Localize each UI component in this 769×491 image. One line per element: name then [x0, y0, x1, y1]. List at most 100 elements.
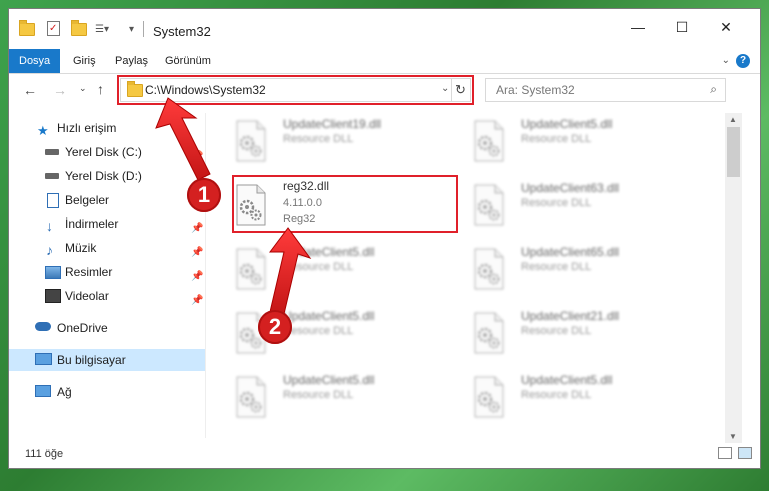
- file-name: UpdateClient65.dll: [521, 245, 620, 259]
- ribbon-tabs: Dosya Giriş Paylaş Görünüm ? ⌄: [9, 49, 760, 74]
- tab-file[interactable]: Dosya: [9, 49, 61, 73]
- drive-icon: [45, 173, 59, 179]
- back-button[interactable]: ←: [23, 82, 37, 98]
- nav-item-music[interactable]: ♪ Müzik 📌: [9, 237, 205, 259]
- nav-item-videos[interactable]: Videolar 📌: [9, 285, 205, 307]
- new-folder-icon[interactable]: [71, 19, 87, 38]
- file-type: Resource DLL: [521, 197, 592, 209]
- video-icon: [45, 289, 61, 303]
- file-item[interactable]: UpdateClient5.dll Resource DLL: [471, 369, 701, 427]
- step-badge-1: 1: [187, 178, 221, 212]
- computer-icon: [35, 353, 52, 365]
- dll-file-icon: [471, 375, 511, 419]
- dll-file-icon: [471, 311, 511, 355]
- nav-item-label: Hızlı erişim: [57, 121, 117, 135]
- file-name: UpdateClient21.dll: [521, 309, 620, 323]
- file-type: Resource DLL: [521, 325, 592, 337]
- dll-file-icon: [233, 247, 273, 291]
- nav-item-pictures[interactable]: Resimler 📌: [9, 261, 205, 283]
- nav-item-this-pc[interactable]: Bu bilgisayar: [9, 349, 205, 371]
- navigation-pane: ★ Hızlı erişim Yerel Disk (C:) 📌 Yerel D…: [9, 113, 205, 435]
- large-icons-view-icon[interactable]: [738, 447, 752, 459]
- file-highlight-box: [232, 175, 458, 233]
- dll-file-icon: [233, 119, 273, 163]
- file-explorer-window: ✓ ☰▾ ▾ System32 — ☐ ✕ Dosya Giriş Paylaş…: [8, 8, 761, 469]
- details-view-icon[interactable]: [718, 447, 732, 459]
- view-switcher: [718, 447, 752, 459]
- scrollbar-thumb[interactable]: [727, 127, 740, 177]
- file-name: UpdateClient19.dll: [283, 117, 382, 131]
- nav-item-onedrive[interactable]: OneDrive: [9, 317, 205, 339]
- file-list: UpdateClient19.dll Resource DLL reg32.dl…: [209, 113, 721, 438]
- nav-item-label: Videolar: [65, 289, 109, 303]
- properties-icon[interactable]: ✓: [47, 21, 60, 36]
- file-name: UpdateClient5.dll: [283, 373, 375, 387]
- tab-view[interactable]: Görünüm: [157, 49, 219, 73]
- file-name: UpdateClient5.dll: [283, 309, 375, 323]
- nav-item-label: Bu bilgisayar: [57, 353, 126, 367]
- nav-item-label: Müzik: [65, 241, 97, 255]
- dll-file-icon: [233, 375, 273, 419]
- file-type: Resource DLL: [283, 261, 354, 273]
- file-type: Resource DLL: [521, 389, 592, 401]
- title-bar: ✓ ☰▾ ▾ System32 — ☐ ✕: [9, 9, 760, 49]
- nav-item-label: Yerel Disk (D:): [65, 169, 142, 183]
- pin-icon[interactable]: 📌: [191, 290, 203, 312]
- nav-item-label: Belgeler: [65, 193, 110, 207]
- network-icon: [35, 385, 51, 397]
- file-item[interactable]: UpdateClient5.dll Resource DLL: [233, 369, 463, 427]
- file-type: Resource DLL: [521, 133, 592, 145]
- nav-item-documents[interactable]: Belgeler: [9, 189, 205, 211]
- file-item[interactable]: UpdateClient65.dll Resource DLL: [471, 241, 701, 299]
- scroll-up-icon[interactable]: ▲: [729, 115, 737, 124]
- nav-item-network[interactable]: Ağ: [9, 381, 205, 403]
- search-placeholder: Ara: System32: [496, 83, 575, 97]
- vertical-scrollbar[interactable]: ▲ ▼: [725, 113, 742, 443]
- dll-file-icon: [471, 183, 511, 227]
- tab-home[interactable]: Giriş: [65, 49, 104, 73]
- nav-item-label: Resimler: [65, 265, 113, 279]
- forward-button[interactable]: →: [53, 82, 67, 98]
- dll-file-icon: [471, 247, 511, 291]
- help-icon[interactable]: ?: [736, 54, 750, 68]
- close-button[interactable]: ✕: [709, 15, 743, 39]
- toolbar-dropdown-icon[interactable]: ▾: [129, 20, 134, 38]
- pane-divider: [205, 113, 206, 438]
- download-icon: ↓: [46, 218, 53, 234]
- window-title: System32: [153, 24, 211, 39]
- file-name: UpdateClient5.dll: [521, 373, 613, 387]
- up-button[interactable]: ↑: [97, 81, 104, 97]
- dll-file-icon: [471, 119, 511, 163]
- tab-share[interactable]: Paylaş: [107, 49, 156, 73]
- customize-toolbar-icon[interactable]: ☰▾: [95, 20, 109, 38]
- file-item[interactable]: UpdateClient19.dll Resource DLL: [233, 113, 463, 171]
- file-type: Resource DLL: [521, 261, 592, 273]
- nav-item-label: Ağ: [57, 385, 72, 399]
- star-icon: ★: [37, 123, 49, 138]
- quick-access-folder-icon[interactable]: [19, 19, 35, 38]
- expand-ribbon-icon[interactable]: ⌄: [722, 55, 730, 66]
- file-item[interactable]: UpdateClient21.dll Resource DLL: [471, 305, 701, 363]
- nav-item-drive-c[interactable]: Yerel Disk (C:) 📌: [9, 141, 205, 163]
- title-divider: [143, 21, 144, 37]
- nav-item-drive-d[interactable]: Yerel Disk (D:): [9, 165, 205, 187]
- nav-item-quick-access[interactable]: ★ Hızlı erişim: [9, 117, 205, 139]
- file-item[interactable]: UpdateClient63.dll Resource DLL: [471, 177, 701, 235]
- maximize-button[interactable]: ☐: [665, 15, 699, 39]
- address-highlight-box: [117, 75, 474, 105]
- cloud-icon: [35, 322, 51, 331]
- recent-locations-button[interactable]: ⌄: [79, 83, 87, 94]
- music-icon: ♪: [46, 242, 53, 258]
- search-icon[interactable]: ⌕: [710, 82, 717, 97]
- minimize-button[interactable]: —: [621, 15, 655, 39]
- step-badge-2: 2: [258, 310, 292, 344]
- nav-item-downloads[interactable]: ↓ İndirmeler 📌: [9, 213, 205, 235]
- scroll-down-icon[interactable]: ▼: [729, 432, 737, 441]
- item-count: 111 öğe: [25, 448, 64, 460]
- file-type: Resource DLL: [283, 133, 354, 145]
- search-input[interactable]: Ara: System32 ⌕: [485, 78, 726, 102]
- nav-item-label: OneDrive: [57, 321, 108, 335]
- file-item[interactable]: UpdateClient5.dll Resource DLL: [233, 241, 463, 299]
- file-item[interactable]: UpdateClient5.dll Resource DLL: [471, 113, 701, 171]
- file-type: Resource DLL: [283, 325, 354, 337]
